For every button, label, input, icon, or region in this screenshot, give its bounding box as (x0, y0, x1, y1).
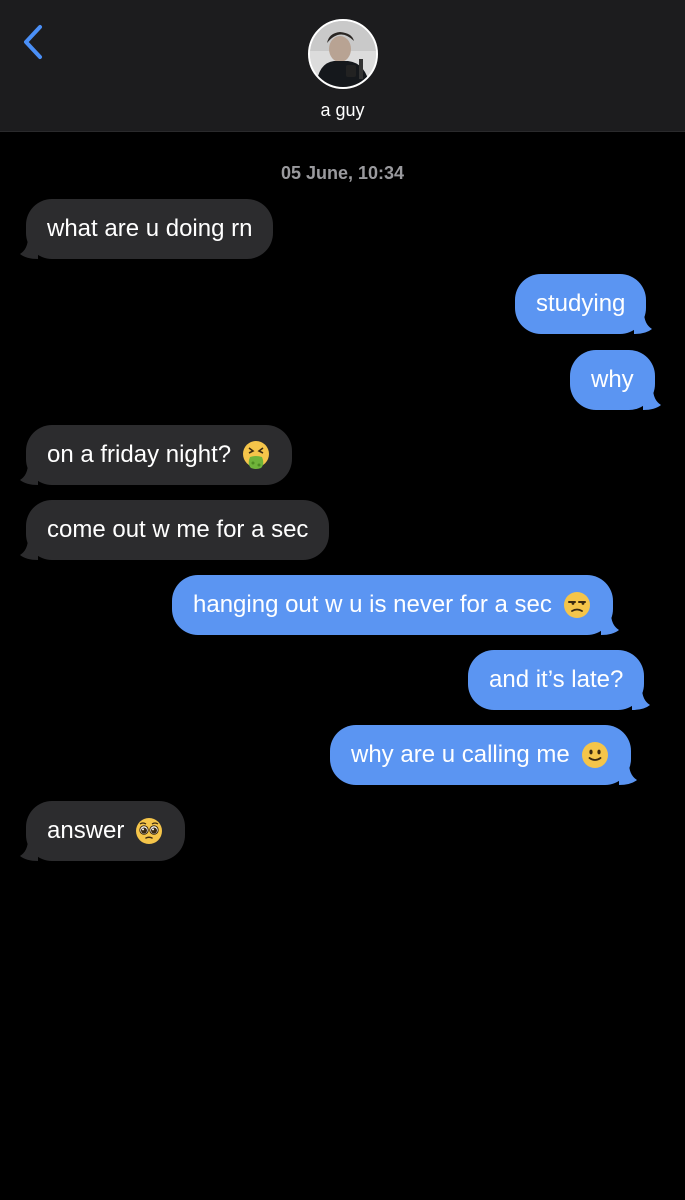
message-timestamp: 05 June, 10:34 (280, 163, 405, 183)
message-text: why (591, 366, 634, 393)
bubble-tail (20, 839, 38, 861)
message-text: answer (47, 817, 125, 844)
outgoing-message[interactable]: and it’s late? (468, 650, 651, 710)
bubble-tail (642, 388, 661, 410)
message-text: come out w me for a sec (47, 516, 309, 543)
message-text: what are u doing rn (47, 215, 253, 242)
outgoing-message[interactable]: hanging out w u is never for a sec (172, 575, 619, 635)
incoming-message[interactable]: what are u doing rn (20, 199, 274, 259)
contact-photo (310, 21, 376, 87)
message-text: and it’s late? (489, 666, 624, 693)
pleading-face-icon (136, 818, 163, 844)
outgoing-message[interactable]: studying (515, 274, 653, 334)
back-button[interactable] (18, 22, 48, 62)
bubble-tail (20, 237, 38, 259)
bubble-tail (20, 538, 38, 560)
vomiting-face-icon (243, 441, 270, 469)
bubble-tail (634, 312, 653, 334)
messages-screen: a guy 05 June, 10:34 what are u doing rn… (0, 0, 685, 1200)
unamused-face-icon (563, 592, 590, 618)
outgoing-message[interactable]: why (570, 350, 661, 410)
bubble-tail (632, 688, 651, 710)
bubble-tail (600, 613, 619, 635)
outgoing-message[interactable]: why are u calling me (330, 725, 637, 785)
incoming-message[interactable]: come out w me for a sec (20, 500, 330, 560)
incoming-message[interactable]: answer (20, 801, 186, 861)
contact-name[interactable]: a guy (0, 100, 685, 121)
contact-avatar[interactable] (308, 19, 378, 89)
chevron-left-icon (24, 25, 42, 59)
message-text: on a friday night? (47, 441, 232, 468)
slightly-smiling-face-icon (581, 742, 608, 768)
message-text: studying (536, 290, 626, 317)
message-text: hanging out w u is never for a sec (193, 591, 552, 618)
message-text: why are u calling me (351, 741, 570, 768)
bubble-tail (20, 463, 38, 485)
incoming-message[interactable]: on a friday night? (20, 425, 293, 485)
conversation-header: a guy (0, 0, 685, 132)
bubble-tail (618, 763, 637, 785)
